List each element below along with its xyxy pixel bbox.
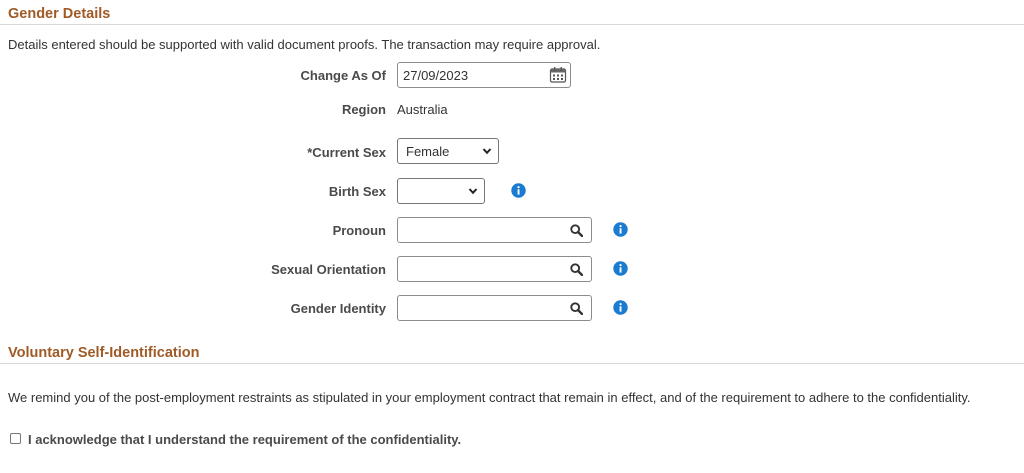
search-icon[interactable] — [570, 263, 583, 276]
section-divider — [0, 24, 1024, 25]
change-as-of-label: Change As Of — [300, 68, 386, 83]
section-title-gender-details: Gender Details — [8, 6, 111, 22]
change-as-of-value: 27/09/2023 — [403, 68, 469, 83]
gender-identity-input[interactable] — [397, 295, 592, 321]
section-title-voluntary-self-identification: Voluntary Self-Identification — [8, 345, 200, 361]
current-sex-value: Female — [406, 144, 450, 159]
search-icon[interactable] — [570, 302, 583, 315]
region-value: Australia — [397, 102, 448, 117]
search-icon[interactable] — [570, 224, 583, 237]
chevron-down-icon — [482, 148, 492, 155]
acknowledge-checkbox[interactable] — [10, 433, 21, 444]
gender-identity-info-icon[interactable] — [613, 300, 628, 315]
pronoun-info-icon[interactable] — [613, 222, 628, 237]
gender-details-note: Details entered should be supported with… — [8, 37, 601, 52]
pronoun-input[interactable] — [397, 217, 592, 243]
sexual-orientation-label: Sexual Orientation — [271, 262, 386, 277]
post-employment-reminder: We remind you of the post-employment res… — [8, 390, 971, 405]
gender-identity-label: Gender Identity — [290, 301, 386, 316]
chevron-down-icon — [468, 188, 478, 195]
change-as-of-input[interactable]: 27/09/2023 — [397, 62, 571, 88]
pronoun-label: Pronoun — [332, 223, 386, 238]
sexual-orientation-info-icon[interactable] — [613, 261, 628, 276]
region-label: Region — [341, 102, 386, 117]
sexual-orientation-input[interactable] — [397, 256, 592, 282]
current-sex-label: *Current Sex — [307, 145, 386, 160]
birth-sex-info-icon[interactable] — [511, 183, 526, 198]
calendar-icon[interactable] — [549, 66, 567, 84]
birth-sex-label: Birth Sex — [328, 184, 386, 199]
current-sex-select[interactable]: Female — [397, 138, 499, 164]
section-divider — [0, 363, 1024, 364]
birth-sex-select[interactable] — [397, 178, 485, 204]
acknowledge-label[interactable]: I acknowledge that I understand the requ… — [28, 432, 461, 447]
